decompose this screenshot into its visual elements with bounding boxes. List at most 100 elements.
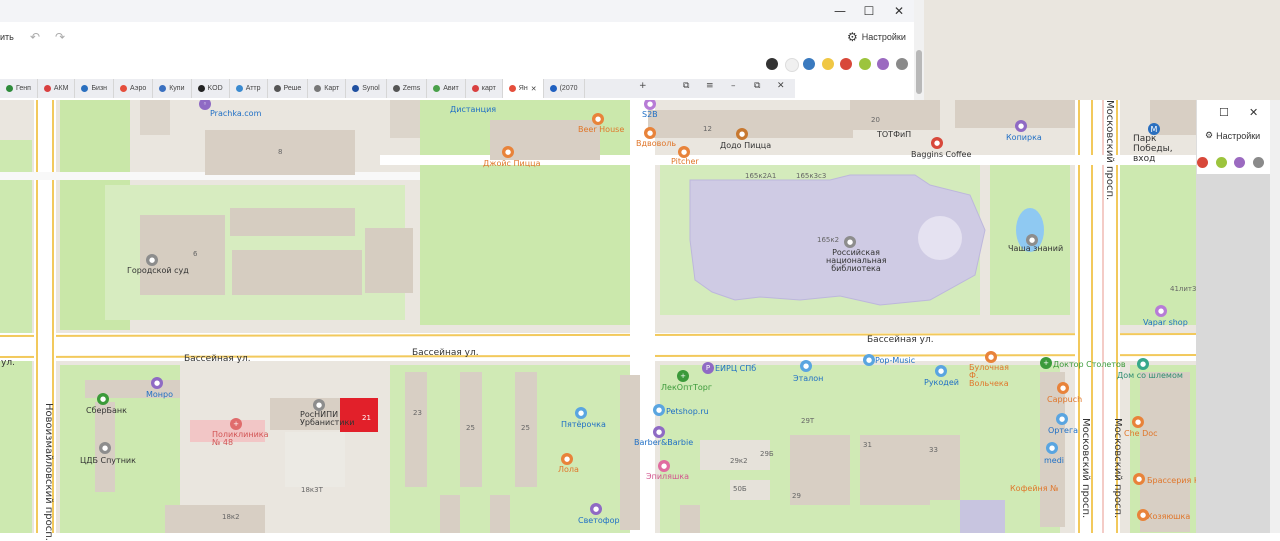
- color-swatch-yellow[interactable]: [822, 58, 834, 70]
- poi-label[interactable]: Российская национальная библиотека: [826, 249, 887, 273]
- browser-tab[interactable]: Synol: [346, 79, 387, 98]
- restaurant-icon[interactable]: ●: [1133, 473, 1145, 485]
- poi-label[interactable]: Barber&Barbie: [634, 438, 693, 447]
- poi-label[interactable]: Pop-Music: [875, 356, 915, 365]
- color-swatch-purple[interactable]: [1234, 157, 1245, 168]
- poi-label[interactable]: Додо Пицца: [720, 141, 771, 150]
- medical-icon[interactable]: ●: [1046, 442, 1058, 454]
- court-icon[interactable]: ●: [146, 254, 158, 266]
- browser-tab[interactable]: Аэро: [114, 79, 154, 98]
- shop-icon[interactable]: ●: [590, 503, 602, 515]
- poi-label[interactable]: Светофор: [578, 516, 620, 525]
- maximize-icon[interactable]: ☐: [1219, 106, 1229, 119]
- poi-label[interactable]: Чаша знаний: [1008, 244, 1063, 253]
- new-tab-icon[interactable]: +: [639, 81, 647, 91]
- poi-label[interactable]: Che Doc: [1124, 429, 1158, 438]
- color-swatch-black[interactable]: [766, 58, 778, 70]
- poi-label[interactable]: ЛекОптТорг: [661, 383, 712, 392]
- shop-icon[interactable]: ●: [800, 360, 812, 372]
- poi-label[interactable]: Монро: [146, 390, 173, 399]
- poi-label[interactable]: Beer House: [578, 125, 624, 134]
- poi-label[interactable]: Доктор Столетов: [1053, 360, 1126, 369]
- color-swatch-purple[interactable]: [877, 58, 889, 70]
- browser-tab[interactable]: Аттр: [230, 79, 268, 98]
- color-swatch-blue[interactable]: [803, 58, 815, 70]
- pharmacy-icon[interactable]: +: [677, 370, 689, 382]
- scrollbar[interactable]: [1270, 100, 1280, 533]
- shop-icon[interactable]: ●: [644, 127, 656, 139]
- browser-tab[interactable]: Купи: [153, 79, 192, 98]
- poi-label[interactable]: СберБанк: [86, 406, 127, 415]
- color-swatch-white[interactable]: [785, 58, 799, 72]
- poi-label[interactable]: ТОТФиП: [877, 130, 911, 139]
- clinic-icon[interactable]: +: [230, 418, 242, 430]
- poi-label[interactable]: Vapar shop: [1143, 318, 1188, 327]
- pizza-icon[interactable]: ●: [502, 146, 514, 158]
- poi-label[interactable]: Пятёрочка: [561, 420, 606, 429]
- browser-tab[interactable]: Генп: [0, 79, 38, 98]
- shop-icon[interactable]: ●: [935, 365, 947, 377]
- browser-tab-active[interactable]: Ян ✕: [502, 79, 544, 98]
- color-swatch-red[interactable]: [840, 58, 852, 70]
- color-swatch-green[interactable]: [859, 58, 871, 70]
- color-swatch-gray[interactable]: [1253, 157, 1264, 168]
- maximize-icon[interactable]: ☐: [862, 4, 876, 18]
- browser-tab[interactable]: KOD: [192, 79, 230, 98]
- cafe-icon[interactable]: ●: [561, 453, 573, 465]
- poi-label[interactable]: Лола: [558, 465, 579, 474]
- poi-label[interactable]: Вдвоволь: [636, 139, 676, 148]
- poi-label[interactable]: Парк Победы, вход: [1133, 134, 1195, 164]
- minimize-icon[interactable]: –: [731, 81, 736, 91]
- poi-label[interactable]: Кофейня №: [1010, 484, 1058, 493]
- pizza-icon[interactable]: ●: [736, 128, 748, 140]
- browser-tab[interactable]: Zems: [387, 79, 428, 98]
- poi-label[interactable]: S2B: [642, 110, 658, 119]
- browser-tab[interactable]: Бизн: [75, 79, 115, 98]
- poi-label[interactable]: Baggins Coffee: [911, 150, 971, 159]
- optics-icon[interactable]: ●: [1056, 413, 1068, 425]
- beer-icon[interactable]: ●: [592, 113, 604, 125]
- color-swatch-green[interactable]: [1216, 157, 1227, 168]
- shop-icon[interactable]: ●: [151, 377, 163, 389]
- pharmacy-icon[interactable]: +: [1040, 357, 1052, 369]
- browser-tab[interactable]: АКМ: [38, 79, 76, 98]
- color-swatch-red[interactable]: [1197, 157, 1208, 168]
- poi-label[interactable]: ЦДБ Спутник: [80, 456, 136, 465]
- office-icon[interactable]: P: [702, 362, 714, 374]
- grocery-icon[interactable]: ●: [575, 407, 587, 419]
- browser-tab[interactable]: (2070: [544, 79, 585, 98]
- undo-icon[interactable]: ↶: [30, 30, 40, 44]
- close-icon[interactable]: ✕: [777, 81, 785, 91]
- coffee-icon[interactable]: ●: [931, 137, 943, 149]
- poi-label[interactable]: Дистанция: [450, 105, 496, 114]
- browser-tab[interactable]: карт: [466, 79, 503, 98]
- restaurant-icon[interactable]: ●: [1132, 416, 1144, 428]
- poi-label[interactable]: Рукодей: [924, 378, 959, 387]
- barber-icon[interactable]: ●: [653, 426, 665, 438]
- restore-icon[interactable]: ⧉: [754, 81, 760, 91]
- tab-collections-icon[interactable]: ⧉: [683, 81, 689, 91]
- poi-label[interactable]: Дом со шлемом: [1117, 371, 1183, 380]
- beauty-icon[interactable]: ●: [658, 460, 670, 472]
- pet-icon[interactable]: ●: [653, 404, 665, 416]
- poi-label[interactable]: Хозяюшка: [1147, 512, 1190, 521]
- poi-label[interactable]: Поликлиника № 48: [212, 431, 269, 447]
- cluster-count[interactable]: 21: [362, 414, 371, 422]
- close-icon[interactable]: ✕: [892, 4, 906, 18]
- poi-label[interactable]: Cappuch: [1047, 395, 1082, 404]
- poi-label[interactable]: Булочная Ф. Вольчека: [969, 364, 1017, 388]
- poi-label[interactable]: Ортега: [1048, 426, 1078, 435]
- bakery-icon[interactable]: ●: [985, 351, 997, 363]
- poi-label[interactable]: Petshop.ru: [666, 407, 709, 416]
- color-swatch-gray[interactable]: [896, 58, 908, 70]
- browser-tab[interactable]: Авит: [427, 79, 466, 98]
- poi-label[interactable]: Эталон: [793, 374, 823, 383]
- menu-icon[interactable]: ≡: [706, 81, 714, 91]
- poi-label[interactable]: ЕИРЦ СПб: [715, 364, 756, 373]
- browser-tab[interactable]: Реше: [268, 79, 309, 98]
- bank-icon[interactable]: ●: [97, 393, 109, 405]
- library-icon[interactable]: ●: [99, 442, 111, 454]
- settings-button[interactable]: ⚙ Настройки: [1205, 130, 1260, 141]
- minimize-icon[interactable]: —: [833, 4, 847, 18]
- settings-button[interactable]: ⚙ Настройки: [847, 30, 906, 44]
